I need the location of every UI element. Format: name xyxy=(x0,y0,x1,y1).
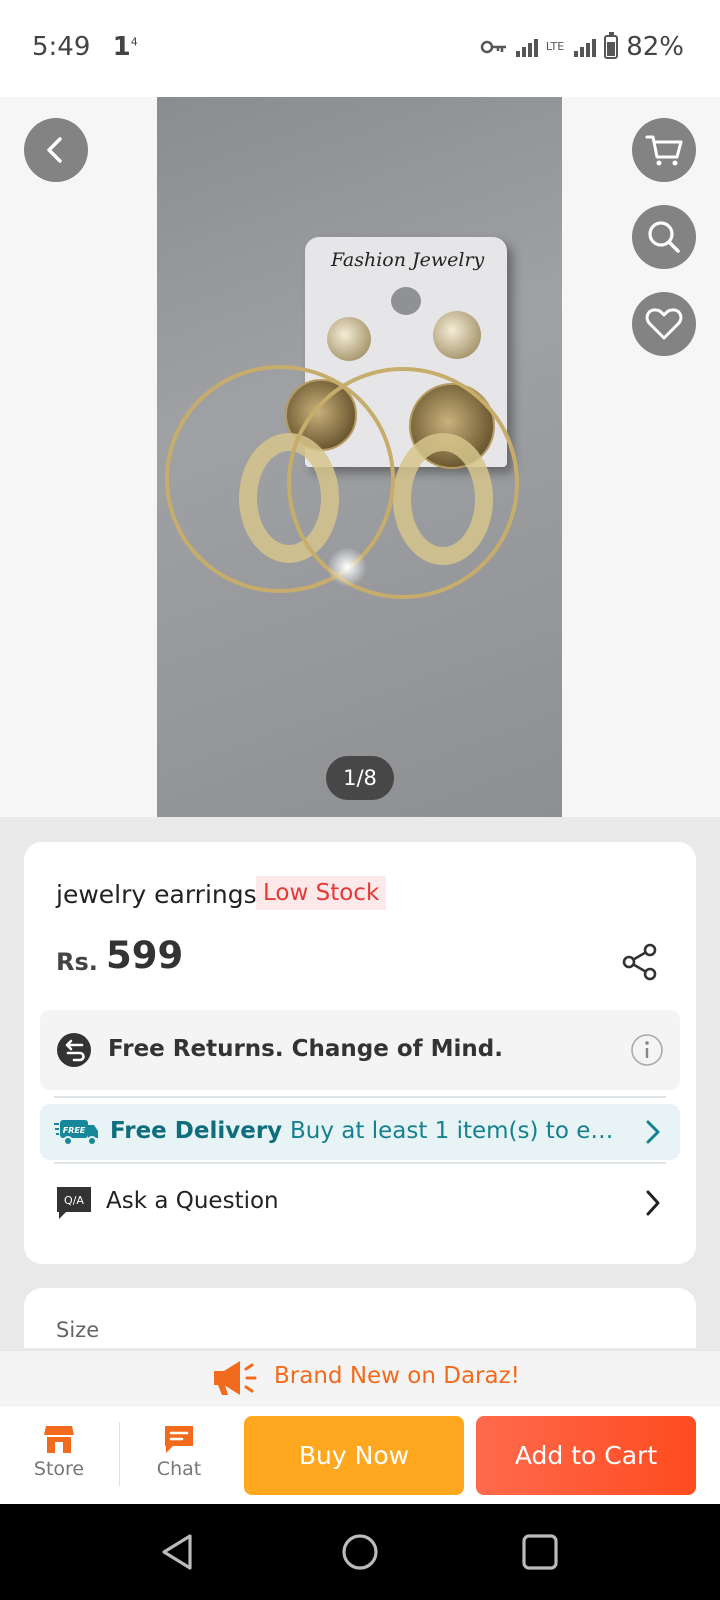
free-returns-row[interactable]: Free Returns. Change of Mind. xyxy=(40,1010,680,1090)
cart-button[interactable] xyxy=(632,118,696,182)
share-icon xyxy=(622,943,657,981)
search-icon xyxy=(648,221,680,253)
divider xyxy=(54,1162,666,1164)
free-delivery-row[interactable]: FREE Free Delivery Buy at least 1 item(s… xyxy=(40,1104,680,1160)
price-currency: Rs. xyxy=(56,948,98,976)
search-button[interactable] xyxy=(632,205,696,269)
chevron-left-icon xyxy=(47,137,62,163)
product-image[interactable]: Fashion Jewelry xyxy=(157,97,562,817)
card-label: Fashion Jewelry xyxy=(331,249,485,271)
signal-icon-2 xyxy=(574,37,597,57)
return-icon xyxy=(57,1033,91,1067)
chevron-right-icon xyxy=(646,1120,660,1144)
qa-badge-text: Q/A xyxy=(64,1194,84,1207)
back-nav-icon[interactable] xyxy=(158,1532,198,1572)
divider xyxy=(54,1096,666,1098)
info-icon[interactable] xyxy=(630,1033,664,1067)
qa-icon: Q/A xyxy=(57,1187,91,1219)
share-button[interactable] xyxy=(620,942,660,982)
chat-label: Chat xyxy=(156,1458,202,1480)
notification-sup: 4 xyxy=(130,35,138,49)
notification-count: 1 xyxy=(112,32,131,62)
free-delivery-description: Buy at least 1 item(s) to enjoy free del… xyxy=(290,1118,626,1144)
promo-bar: Brand New on Daraz! xyxy=(0,1350,720,1405)
signal-icon xyxy=(515,37,538,57)
battery-percent: 82% xyxy=(626,32,684,62)
chevron-right-icon xyxy=(646,1190,660,1216)
system-navigation-bar xyxy=(0,1504,720,1600)
store-button[interactable]: Store xyxy=(14,1424,104,1480)
store-label: Store xyxy=(33,1458,85,1480)
vpn-key-icon xyxy=(480,40,506,54)
product-title: jewelry earrings xyxy=(56,880,257,909)
clock: 5:49 xyxy=(32,32,91,62)
ask-question-row[interactable]: Q/A Ask a Question xyxy=(40,1168,680,1238)
chat-icon xyxy=(165,1426,193,1453)
bottom-action-bar: Store Chat Buy Now Add to Cart xyxy=(0,1405,720,1504)
status-icons: LTE 82% xyxy=(480,32,684,62)
chat-button[interactable]: Chat xyxy=(134,1424,224,1480)
light-glint xyxy=(327,547,367,587)
wishlist-button[interactable] xyxy=(632,292,696,356)
nav-separator xyxy=(119,1422,120,1486)
status-bar: 5:49 14 LTE 82% xyxy=(0,0,720,97)
home-nav-icon[interactable] xyxy=(340,1532,380,1572)
product-info-card: jewelry earrings Low Stock Rs. 599 Free … xyxy=(24,842,696,1264)
size-section[interactable]: Size xyxy=(24,1288,696,1348)
card-hole xyxy=(391,287,421,315)
battery-icon xyxy=(604,32,619,59)
buy-now-button[interactable]: Buy Now xyxy=(244,1416,464,1495)
megaphone-icon xyxy=(214,1361,257,1395)
price-value: 599 xyxy=(106,934,184,977)
ask-question-text: Ask a Question xyxy=(106,1188,279,1214)
store-icon xyxy=(44,1426,74,1453)
hoop-right xyxy=(287,367,519,599)
free-delivery-truck-icon: FREE xyxy=(54,1120,98,1146)
size-label: Size xyxy=(56,1318,100,1342)
promo-text: Brand New on Daraz! xyxy=(274,1363,520,1389)
product-gallery[interactable]: Fashion Jewelry 1/8 xyxy=(0,97,720,817)
earring-stud-left xyxy=(327,317,371,361)
status-time: 5:49 14 xyxy=(32,32,138,62)
free-badge-text: FREE xyxy=(63,1126,86,1135)
heart-icon xyxy=(645,308,683,340)
free-delivery-title: Free Delivery xyxy=(110,1118,283,1144)
recents-nav-icon[interactable] xyxy=(520,1532,560,1572)
low-stock-badge: Low Stock xyxy=(256,876,387,910)
add-to-cart-button[interactable]: Add to Cart xyxy=(476,1416,696,1495)
lte-indicator: LTE xyxy=(545,40,565,53)
free-returns-text: Free Returns. Change of Mind. xyxy=(108,1036,503,1062)
earring-stud-right xyxy=(433,311,481,359)
image-counter: 1/8 xyxy=(326,756,394,800)
cart-icon xyxy=(645,135,683,166)
back-button[interactable] xyxy=(24,118,88,182)
